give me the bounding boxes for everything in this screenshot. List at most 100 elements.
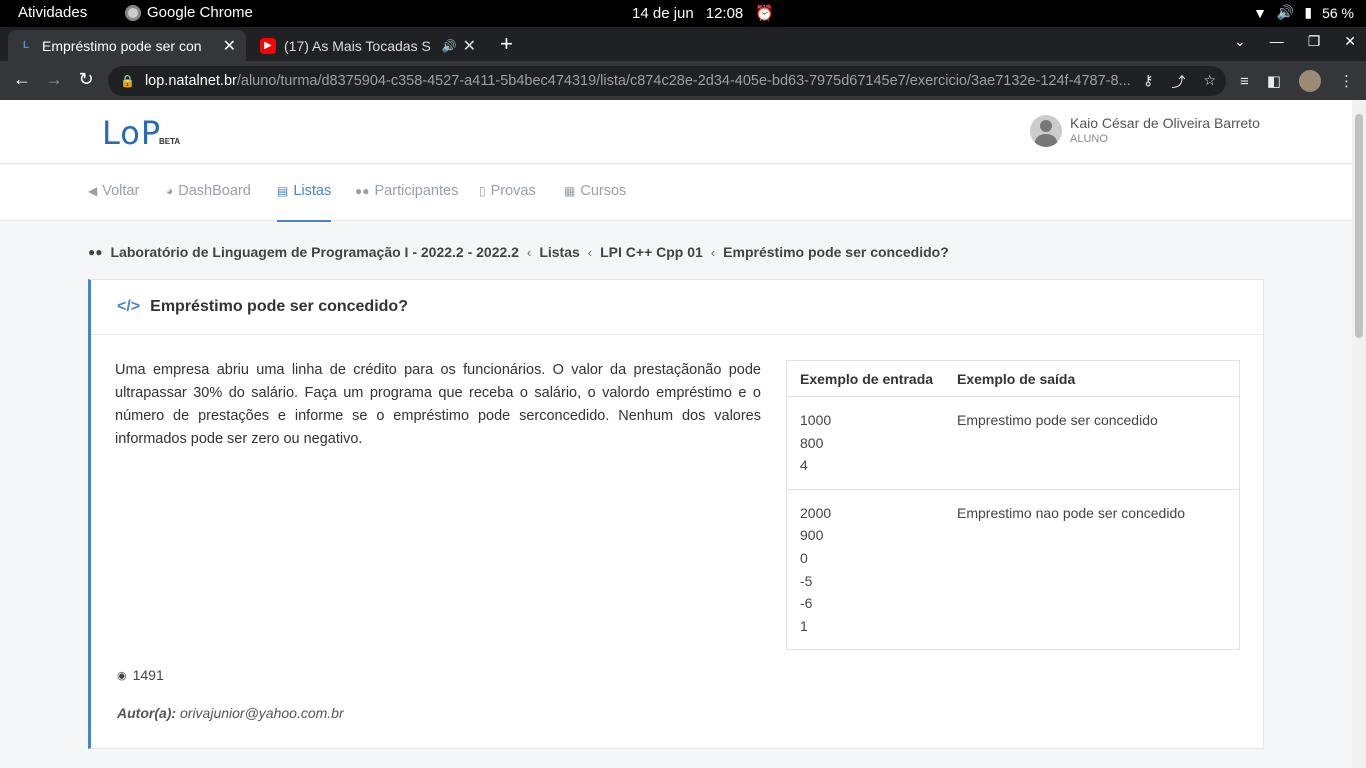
nav-listas[interactable]: ▤ Listas <box>277 183 332 222</box>
key-icon[interactable]: ⚷ <box>1143 72 1153 92</box>
input-line: 1000 <box>800 412 832 428</box>
input-line: 1 <box>800 617 808 634</box>
examples-header: Exemplo de entrada Exemplo de saída <box>787 361 1239 397</box>
eye-icon: ◉ <box>117 669 127 682</box>
nav-provas[interactable]: ▯ Provas <box>479 183 536 199</box>
lock-icon[interactable]: 🔒 <box>120 74 135 88</box>
app-name: Google Chrome <box>147 4 253 21</box>
tab-search-icon[interactable]: ⌄ <box>1234 33 1246 50</box>
breadcrumb: ●● Laboratório de Linguagem de Programaç… <box>88 244 949 260</box>
nav-label: Listas <box>293 183 332 199</box>
chrome-icon <box>125 4 141 21</box>
back-icon[interactable]: ← <box>11 69 33 90</box>
battery-icon: ▮ <box>1304 4 1313 20</box>
tab-active[interactable]: L Empréstimo pode ser con ✕ <box>8 30 246 61</box>
nav-participantes[interactable]: ●● Participantes <box>355 183 458 199</box>
user-role: ALUNO <box>1070 133 1108 145</box>
arrow-left-icon: ◀ <box>88 184 98 198</box>
users-icon: ●● <box>88 245 103 259</box>
new-tab-button[interactable]: + <box>500 31 513 57</box>
users-icon: ●● <box>355 184 370 198</box>
app-menu[interactable]: Google Chrome <box>125 4 253 21</box>
tab-title: (17) As Mais Tocadas S <box>284 37 431 54</box>
scrollbar-thumb[interactable] <box>1355 114 1363 338</box>
exercise-description: Uma empresa abriu uma linha de crédito p… <box>115 362 761 447</box>
nav-dashboard[interactable]: ◕ DashBoard <box>166 183 251 199</box>
input-line: 0 <box>800 549 808 566</box>
activities-button[interactable]: Atividades <box>18 4 87 21</box>
breadcrumb-current: Empréstimo pode ser concedido? <box>723 244 949 260</box>
toolbar-actions: ≡ ◧ ⋮ <box>1240 70 1354 92</box>
chevron-left-icon: ‹ <box>587 244 593 260</box>
user-menu[interactable]: Kaio César de Oliveira Barreto ALUNO <box>1030 115 1260 147</box>
address-bar[interactable]: 🔒 lop.natalnet.br /aluno/turma/d8375904-… <box>108 66 1226 96</box>
volume-icon: 🔊 <box>1276 4 1295 20</box>
view-count: ◉ 1491 <box>117 667 164 683</box>
example-input: 2000 900 0 -5 -6 1 <box>787 502 957 638</box>
nav-label: Cursos <box>580 183 627 199</box>
forward-icon[interactable]: → <box>43 69 65 90</box>
views-value: 1491 <box>132 667 164 683</box>
profile-avatar-icon[interactable] <box>1299 70 1321 92</box>
site-logo[interactable]: LoP <box>102 114 161 152</box>
example-output: Emprestimo pode ser concedido <box>957 412 1158 428</box>
main-nav: ◀ Voltar ◕ DashBoard ▤ Listas ●● Partici… <box>0 165 1352 222</box>
breadcrumb-list[interactable]: LPI C++ Cpp 01 <box>600 244 703 260</box>
exercise-card: </> Empréstimo pode ser concedido? Uma e… <box>88 279 1264 749</box>
reload-icon[interactable]: ↻ <box>75 69 97 90</box>
menu-kebab-icon[interactable]: ⋮ <box>1339 72 1354 90</box>
share-icon[interactable]: ⤴ <box>1171 72 1185 92</box>
examples-table: Exemplo de entrada Exemplo de saída 1000… <box>786 360 1240 651</box>
chevron-left-icon: ‹ <box>526 244 532 260</box>
example-row: 1000 800 4 Emprestimo pode ser concedido <box>787 397 1239 490</box>
wifi-icon: ▼ <box>1253 4 1267 21</box>
site-header: LoP BETA Kaio César de Oliveira Barreto … <box>0 100 1352 164</box>
example-input: 1000 800 4 <box>787 409 957 477</box>
close-window-icon[interactable]: ✕ <box>1344 33 1356 50</box>
header-output: Exemplo de saída <box>957 370 1076 387</box>
close-tab-icon[interactable]: ✕ <box>463 36 476 56</box>
url-host: lop.natalnet.br <box>144 73 237 89</box>
example-row: 2000 900 0 -5 -6 1 Emprestimo nao pode s… <box>787 490 1239 650</box>
time: 12:08 <box>705 4 744 22</box>
minimize-icon[interactable]: — <box>1270 33 1284 50</box>
breadcrumb-class[interactable]: Laboratório de Linguagem de Programação … <box>111 244 519 260</box>
clock[interactable]: 14 de jun 12:08 ⏰ <box>632 4 774 23</box>
side-panel-icon[interactable]: ◧ <box>1267 72 1281 90</box>
system-top-bar: Atividades Google Chrome 14 de jun 12:08… <box>0 0 1366 27</box>
user-avatar-icon <box>1030 115 1062 147</box>
nav-label: Voltar <box>102 183 140 199</box>
chevron-left-icon: ‹ <box>710 244 716 260</box>
close-tab-icon[interactable]: ✕ <box>223 36 236 56</box>
author-label: Autor(a): <box>117 705 177 721</box>
battery-level: 56 % <box>1322 4 1354 21</box>
alarm-icon: ⏰ <box>755 5 774 22</box>
page-scrollbar[interactable] <box>1352 100 1366 768</box>
input-line: -5 <box>800 572 813 589</box>
file-icon: ▤ <box>277 184 289 198</box>
exercise-title: Empréstimo pode ser concedido? <box>150 298 408 315</box>
header-input: Exemplo de entrada <box>800 370 934 387</box>
window-controls: ⌄ — ❐ ✕ <box>1234 33 1356 50</box>
nav-label: Provas <box>490 183 536 199</box>
media-control-icon[interactable]: ≡ <box>1240 73 1249 90</box>
input-line: 4 <box>800 457 808 474</box>
nav-voltar[interactable]: ◀ Voltar <box>88 183 139 199</box>
exercise-header: </> Empréstimo pode ser concedido? <box>91 280 1263 335</box>
nav-label: DashBoard <box>178 183 251 199</box>
audio-playing-icon[interactable]: 🔊 <box>442 39 457 53</box>
maximize-icon[interactable]: ❐ <box>1308 33 1321 50</box>
browser-toolbar: ← → ↻ 🔒 lop.natalnet.br /aluno/turma/d83… <box>0 61 1366 100</box>
author-email: orivajunior@yahoo.com.br <box>180 705 344 721</box>
breadcrumb-listas[interactable]: Listas <box>539 244 579 260</box>
system-tray[interactable]: ▼ 🔊 ▮ 56 % <box>1253 4 1354 21</box>
input-line: 2000 <box>800 504 832 521</box>
date: 14 de jun <box>632 4 694 22</box>
user-name: Kaio César de Oliveira Barreto <box>1070 115 1260 131</box>
tab-youtube[interactable]: ▶ (17) As Mais Tocadas S 🔊 ✕ <box>250 30 486 61</box>
code-icon: </> <box>117 298 141 315</box>
nav-cursos[interactable]: ▦ Cursos <box>564 183 626 199</box>
page: LoP BETA Kaio César de Oliveira Barreto … <box>0 100 1352 768</box>
bookmark-star-icon[interactable]: ☆ <box>1203 72 1216 92</box>
input-line: -6 <box>800 595 813 612</box>
